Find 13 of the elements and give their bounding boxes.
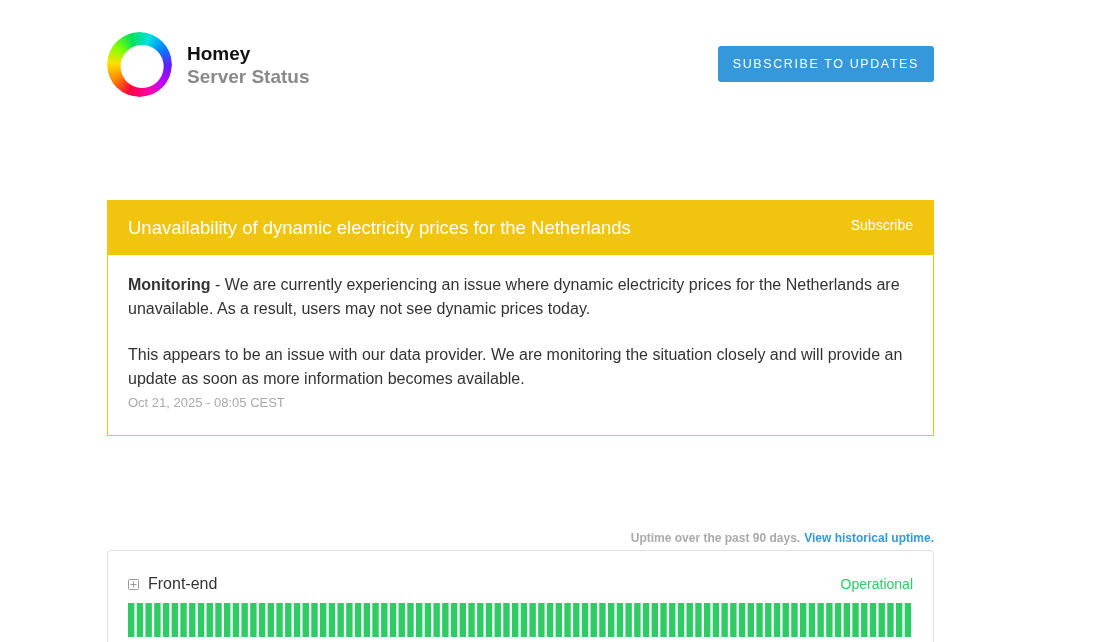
historical-uptime-link[interactable]: View historical uptime. xyxy=(804,531,934,545)
expand-plus-icon[interactable] xyxy=(128,578,139,590)
subscribe-link[interactable]: Subscribe xyxy=(850,216,913,233)
uptime-caption: Uptime over the past 90 days. xyxy=(630,531,801,545)
incident-update-text: Monitoring - We are currently experiencing an issue where dynamic electricity prices for the Netherlands are unavailable. As a result, users may not see dynamic prices today. xyxy=(128,275,901,319)
component-status: Operational xyxy=(840,576,913,592)
incident-title: Unavailability of dynamic electricity prices for the Netherlands xyxy=(128,216,631,239)
page-subtitle: Server Status xyxy=(187,64,310,88)
incident-update-text: This appears to be an issue with our data provider. We are monitoring the situation closely and will provide an update as soon as more information becomes available. xyxy=(128,345,904,389)
subscribe-button[interactable]: SUBSCRIBE TO UPDATES xyxy=(717,46,934,82)
brand-name: Homey xyxy=(187,41,252,65)
component-name: Front-end xyxy=(148,575,218,593)
update-timestamp: Oct 21, 2025 - 08:05 CEST xyxy=(128,394,286,412)
